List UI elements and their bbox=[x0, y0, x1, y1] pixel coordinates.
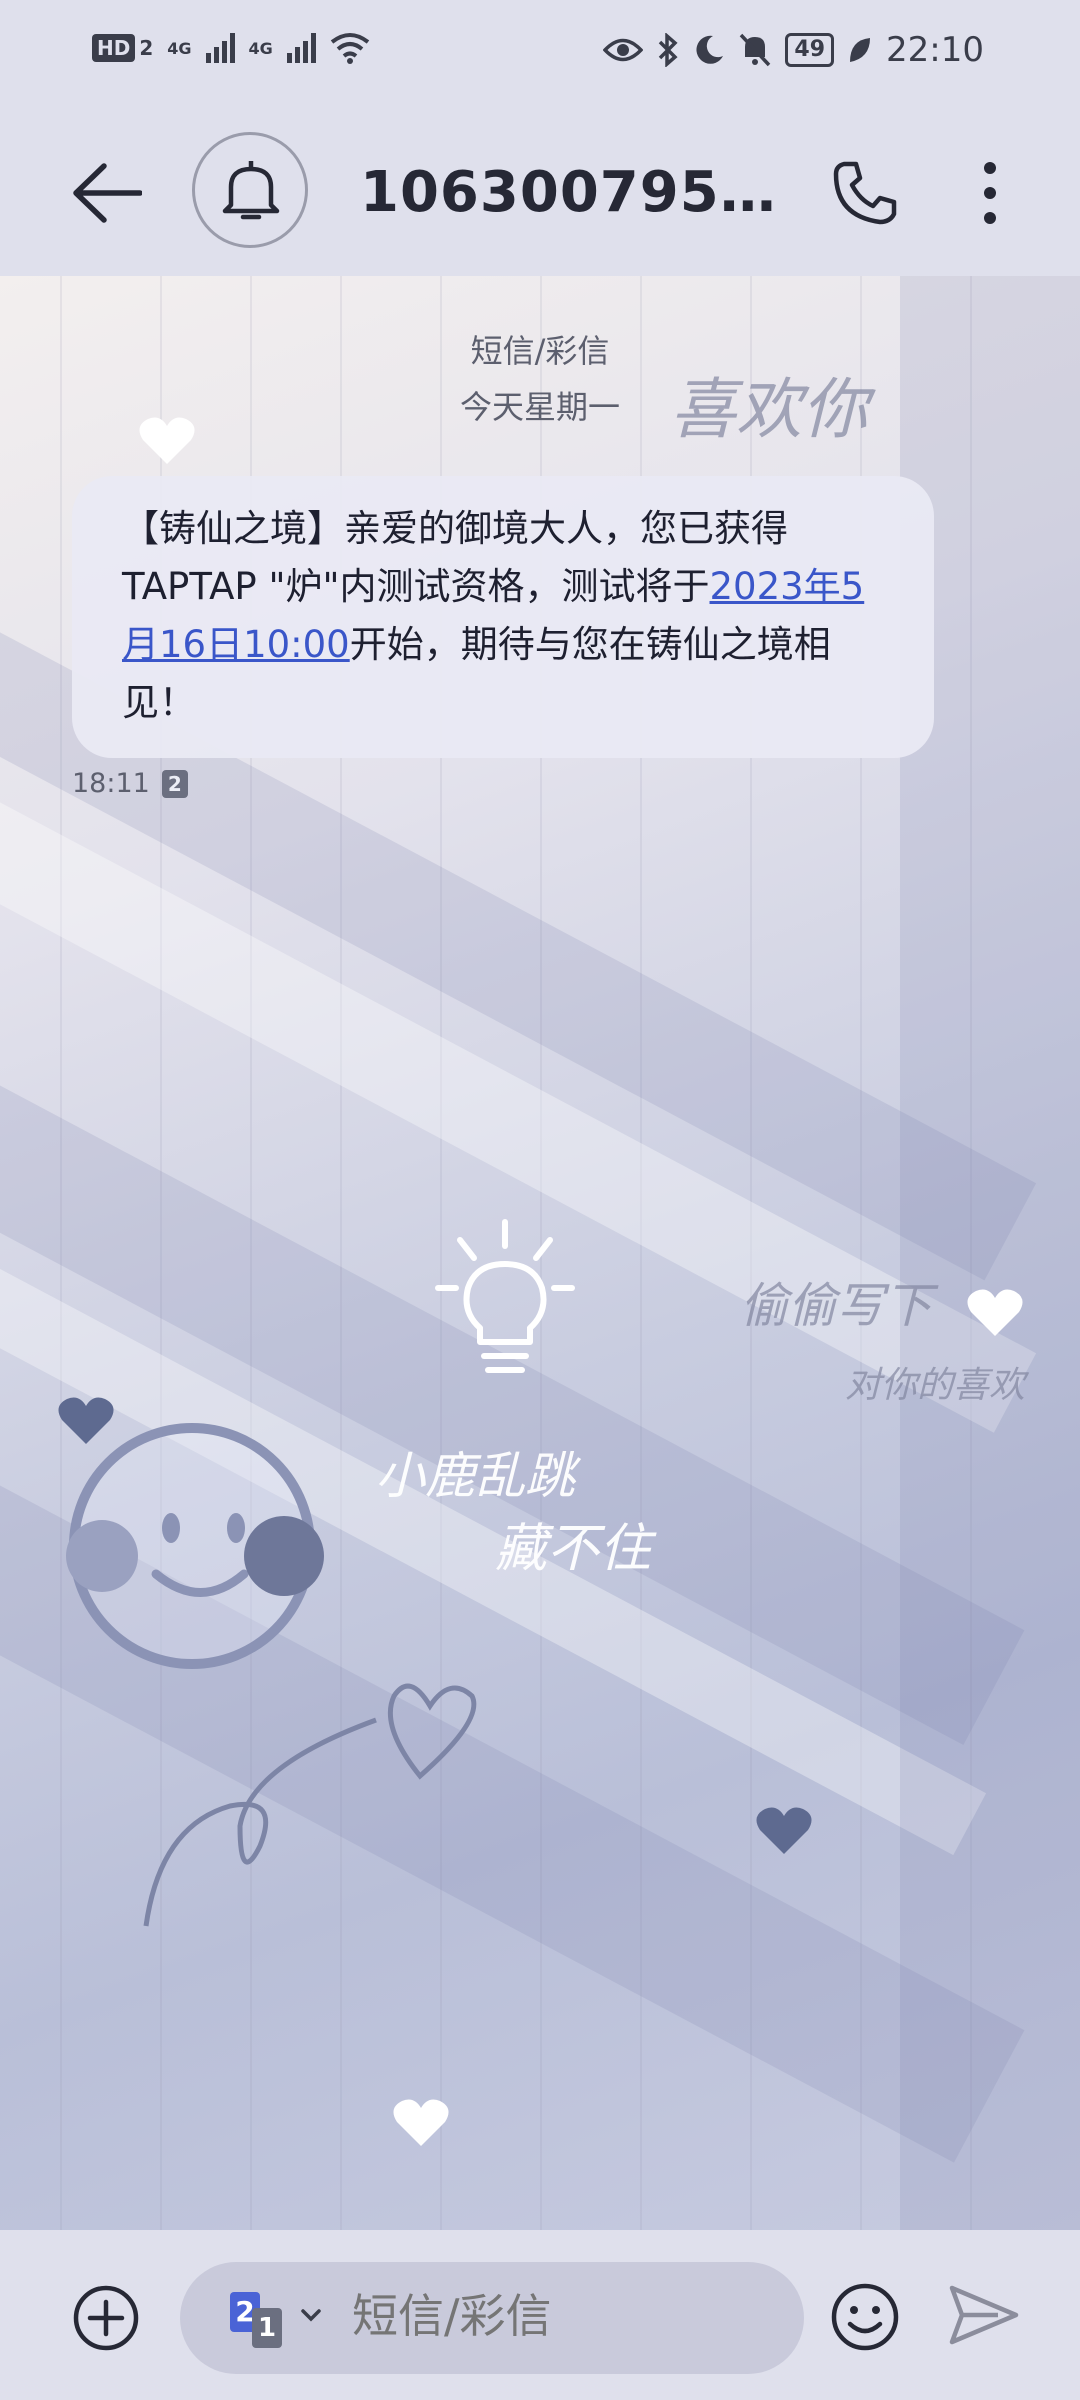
heart-icon bbox=[393, 2099, 449, 2146]
contact-number-title: 10630079562… bbox=[360, 160, 780, 225]
more-options-icon[interactable] bbox=[970, 158, 1010, 228]
bluetooth-icon bbox=[659, 33, 678, 67]
eye-icon bbox=[603, 38, 644, 62]
sim-card-icon: 2 bbox=[161, 769, 188, 798]
decorative-swirl bbox=[143, 1717, 377, 1927]
add-attachment-icon[interactable] bbox=[72, 2284, 140, 2352]
moon-icon bbox=[696, 35, 724, 64]
signal-icon-2 bbox=[286, 33, 316, 63]
send-icon[interactable] bbox=[948, 2284, 1020, 2346]
composer-bar: 2 1 bbox=[0, 2230, 1080, 2400]
heart-icon bbox=[756, 1807, 812, 1854]
status-right: 49 22:10 bbox=[603, 30, 984, 70]
bell-icon bbox=[222, 161, 280, 220]
hd-voice-icon: HD bbox=[92, 34, 136, 62]
date-separator: 今天星期一 bbox=[459, 388, 620, 426]
sim-number: 2 bbox=[139, 36, 154, 60]
message-input-container[interactable]: 2 1 bbox=[180, 2262, 804, 2374]
status-time: 22:10 bbox=[886, 30, 984, 70]
conversation-area[interactable]: 喜欢你 偷偷写下 对你的喜欢 小鹿乱跳 藏不住 短信/彩信 今天星期一 【铸仙之… bbox=[0, 276, 1080, 2230]
message-meta: 18:11 2 bbox=[72, 768, 188, 799]
message-time: 18:11 bbox=[72, 768, 150, 799]
wifi-icon bbox=[330, 33, 370, 64]
wallpaper-text: 偷偷写下 bbox=[740, 1278, 933, 1334]
signal-icon-1 bbox=[205, 33, 235, 63]
chevron-down-icon bbox=[301, 2309, 321, 2322]
status-bar: HD 2 4G 4G 49 22:10 bbox=[0, 0, 1080, 110]
phone-call-icon[interactable] bbox=[830, 158, 900, 228]
back-arrow-icon[interactable] bbox=[70, 162, 142, 224]
smiley-face-icon bbox=[66, 1423, 324, 1669]
mute-bell-icon bbox=[740, 33, 771, 67]
wallpaper-text: 对你的喜欢 bbox=[845, 1365, 1026, 1406]
network-type-2: 4G bbox=[248, 38, 273, 58]
emoji-icon[interactable] bbox=[830, 2282, 900, 2352]
wallpaper-text: 小鹿乱跳 bbox=[375, 1447, 575, 1505]
light-bulb-icon bbox=[435, 1219, 575, 1373]
sim-selector[interactable]: 2 1 bbox=[230, 2292, 326, 2348]
leaf-icon bbox=[850, 38, 871, 62]
status-left: HD 2 4G 4G bbox=[92, 32, 370, 64]
network-type-1: 4G bbox=[167, 38, 192, 58]
message-input[interactable] bbox=[350, 2288, 774, 2344]
conversation-header: 10630079562… bbox=[0, 110, 1080, 276]
wallpaper-text: 藏不住 bbox=[495, 1519, 652, 1579]
heart-icon bbox=[967, 1289, 1023, 1336]
message-text: 【铸仙之境】亲爱的御境大人，您已获得TAPTAP "炉"内测试资格，测试将于 bbox=[122, 507, 788, 608]
sim-card-icon: 1 bbox=[252, 2308, 282, 2348]
heart-outline-icon bbox=[387, 1683, 477, 1780]
notification-toggle-button[interactable] bbox=[192, 132, 308, 248]
message-bubble[interactable]: 【铸仙之境】亲爱的御境大人，您已获得TAPTAP "炉"内测试资格，测试将于20… bbox=[72, 476, 934, 758]
battery-icon: 49 bbox=[785, 33, 835, 67]
channel-label: 短信/彩信 bbox=[470, 332, 610, 370]
